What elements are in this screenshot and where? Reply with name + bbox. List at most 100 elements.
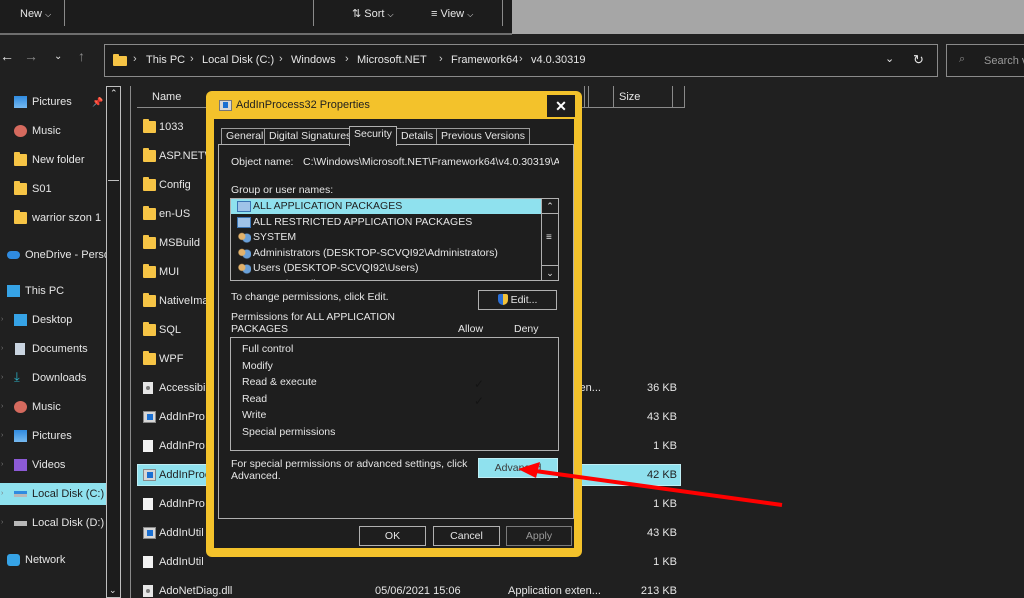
tab-previous-versions[interactable]: Previous Versions [436,128,531,144]
cancel-button[interactable]: Cancel [433,526,500,546]
pin-icon[interactable]: 📌 [92,91,103,113]
scroll-down-icon[interactable]: ⌄ [109,585,117,596]
expand-icon[interactable]: › [1,425,3,447]
breadcrumb-microsoft-net[interactable]: Microsoft.NET [357,54,427,66]
permission-name: Read [242,392,268,405]
address-bar[interactable]: › This PC › Local Disk (C:) › Windows › … [104,44,938,77]
music-icon [14,125,27,137]
downloads-icon: ⤓ [14,369,20,384]
sidebar-item-pictures-quick[interactable]: Pictures 📌 [0,91,106,113]
group-list-item[interactable]: Administrators (DESKTOP-SCVQI92\Administ… [231,246,542,261]
column-header-extra[interactable] [672,86,685,108]
tab-digital-signatures[interactable]: Digital Signatures [264,128,357,144]
expand-icon[interactable]: › [1,367,3,389]
group-list-item[interactable]: Users (DESKTOP-SCVQI92\Users) [231,261,542,276]
expand-icon[interactable]: › [1,396,3,418]
tab-general[interactable]: General [221,128,269,144]
sidebar-item-documents[interactable]: › Documents [0,338,106,360]
sidebar-item-local-disk-d[interactable]: › Local Disk (D:) [0,512,106,534]
file-row[interactable]: AdoNetDiag.dll 05/06/2021 15:06 Applicatio… [137,580,681,598]
expand-icon[interactable]: › [1,309,3,331]
column-header-size[interactable]: Size [613,86,673,108]
ok-button[interactable]: OK [359,526,426,546]
divider [0,33,512,35]
apply-button[interactable]: Apply [506,526,572,546]
sidebar-item-label: Videos [32,459,66,471]
search-input[interactable]: ⌕ Search v [946,44,1024,77]
breadcrumb-version[interactable]: v4.0.30319 [531,54,585,66]
file-name: AddInPro [159,411,205,423]
close-button[interactable]: ✕ [547,95,575,117]
back-icon[interactable]: ← [0,48,14,64]
edit-button[interactable]: Edit... [478,290,557,310]
permission-name: Modify [242,359,273,372]
advanced-button[interactable]: Advanced [478,458,558,478]
group-list-scrollbar[interactable]: ⌃ ≡ ⌄ [541,199,558,280]
sidebar-item-music-quick[interactable]: Music [0,120,106,142]
sidebar-item-label: Pictures [32,96,72,108]
chevron-right-icon: › [190,53,194,65]
file-name: NativeIma [159,295,209,307]
breadcrumb-this-pc[interactable]: This PC [146,54,185,66]
scroll-down-icon[interactable]: ⌄ [542,265,558,280]
forward-icon[interactable]: → [24,48,38,64]
sort-button[interactable]: ⇅ Sort ⌵ [352,0,394,30]
sidebar-item-s01[interactable]: S01 [0,178,106,200]
sidebar-item-onedrive[interactable]: OneDrive - Perso [0,244,106,266]
group-list-item[interactable]: TrustedInstaller [231,277,542,280]
sidebar-item-videos[interactable]: › Videos [0,454,106,476]
refresh-icon[interactable]: ↻ [913,52,924,68]
sidebar-item-warrior-szon[interactable]: warrior szon 1 [0,207,106,229]
file-icon [143,440,153,452]
scroll-up-icon[interactable]: ⌃ [110,88,118,99]
sidebar-item-pictures[interactable]: › Pictures [0,425,106,447]
folder-icon [14,210,27,224]
sidebar-item-local-disk-c[interactable]: › Local Disk (C:) [0,483,106,505]
sidebar-scrollbar[interactable]: ⌃ ⌄ [106,86,121,598]
expand-icon[interactable]: › [1,454,3,476]
address-history-chevron-icon[interactable]: ⌄ [885,52,894,65]
users-icon [237,278,251,280]
group-list-item[interactable]: SYSTEM [231,230,542,245]
sidebar-item-this-pc[interactable]: This PC [0,280,106,302]
folder-icon [143,235,156,249]
expand-icon[interactable]: › [1,512,3,534]
tab-security[interactable]: Security [349,126,397,146]
folder-icon [143,264,156,278]
view-button[interactable]: ≡ View ⌵ [431,0,473,30]
file-name: Accessibi [159,382,206,394]
sort-icon: ⇅ [352,8,362,20]
sidebar-item-downloads[interactable]: › ⤓ Downloads [0,367,106,389]
permission-name: Read & execute [242,376,317,388]
file-size: 213 KB [640,585,677,597]
group-list-item[interactable]: ALL RESTRICTED APPLICATION PACKAGES [231,215,542,230]
sidebar-item-desktop[interactable]: › Desktop [0,309,106,331]
sidebar-item-music[interactable]: › Music [0,396,106,418]
tab-details[interactable]: Details [396,128,439,144]
chevron-right-icon: › [439,53,443,65]
file-date: 05/06/2021 15:06 [375,585,461,597]
permission-row: Read ✓ [242,391,552,408]
folder-icon [143,293,156,307]
scroll-up-icon[interactable]: ⌃ [542,199,558,214]
pane-divider[interactable] [121,86,131,598]
file-size: 1 KB [653,498,677,510]
sidebar-item-network[interactable]: Network [0,549,106,571]
sidebar-item-new-folder[interactable]: New folder [0,149,106,171]
expand-icon[interactable]: › [1,483,3,505]
expand-icon[interactable]: › [1,338,3,360]
file-size: 43 KB [647,527,677,539]
scrollbar-thumb[interactable] [108,105,119,181]
up-icon[interactable]: ↑ [78,48,85,64]
new-label: New [20,8,43,20]
group-user-list[interactable]: ALL APPLICATION PACKAGES ALL RESTRICTED A… [230,198,559,281]
column-header-type[interactable] [584,86,614,108]
folder-icon [143,322,156,336]
scrollbar-grip-icon[interactable]: ≡ [546,232,552,243]
breadcrumb-local-disk[interactable]: Local Disk (C:) [202,54,274,66]
recent-locations-icon[interactable]: ⌄ [54,51,62,62]
group-list-item[interactable]: ALL APPLICATION PACKAGES [231,199,542,214]
new-button[interactable]: New ⌵ [20,0,51,30]
breadcrumb-windows[interactable]: Windows [291,54,336,66]
breadcrumb-framework64[interactable]: Framework64 [451,54,518,66]
